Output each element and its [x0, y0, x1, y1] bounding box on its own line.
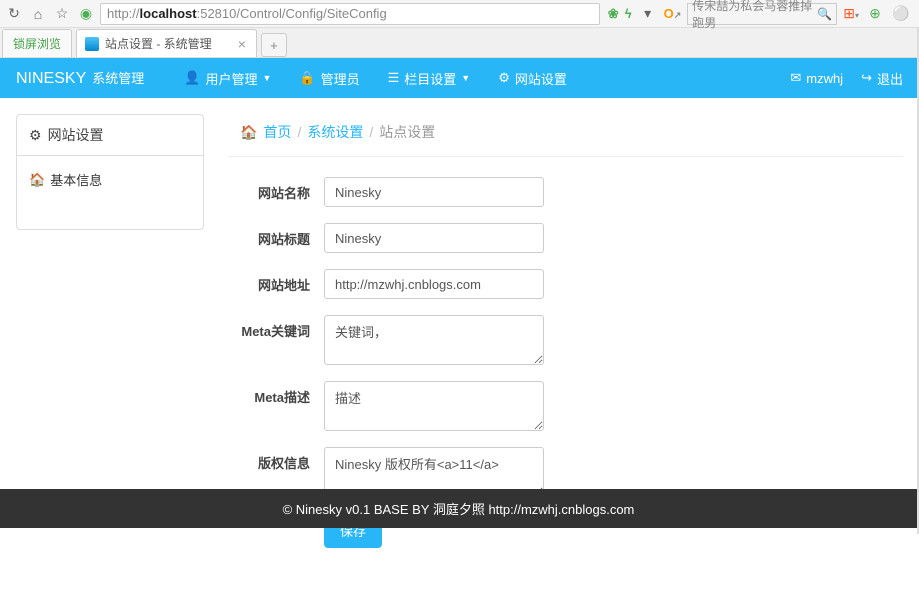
- reload-icon[interactable]: ↻: [4, 4, 24, 24]
- nav-label: 网站设置: [515, 69, 567, 88]
- tabs-row: 锁屏浏览 站点设置 - 系统管理 × +: [0, 28, 919, 58]
- label-copyright: 版权信息: [228, 447, 324, 472]
- chevron-down-icon: ▼: [262, 73, 271, 83]
- browser-search-input[interactable]: 传宋喆为私会马蓉推掉跑男 🔍: [687, 3, 837, 25]
- input-site-title[interactable]: [324, 223, 544, 253]
- side-panel-body: 🏠 基本信息: [17, 156, 203, 229]
- home-icon: 🏠: [240, 124, 257, 141]
- side-panel-title: 网站设置: [48, 125, 104, 145]
- toolbar-right: ❀ ϟ ▾ O↗ 传宋喆为私会马蓉推掉跑男 🔍 ⊞▾ ⊕ ⚪: [604, 3, 915, 25]
- side-tab-label: 锁屏浏览: [13, 35, 61, 52]
- nav-admin[interactable]: 🔒 管理员: [299, 69, 359, 88]
- top-nav: NINESKY 系统管理 👤 用户管理 ▼ 🔒 管理员 ☰ 栏目设置 ▼ ⚙ 网…: [0, 58, 919, 98]
- input-meta-desc[interactable]: [324, 381, 544, 431]
- gear-icon: ⚙: [498, 70, 510, 86]
- nav-label: 栏目设置: [404, 69, 456, 88]
- breadcrumb-home[interactable]: 首页: [263, 122, 291, 142]
- brand-sub: 系统管理: [92, 68, 144, 87]
- leaf-icon[interactable]: ❀: [608, 6, 619, 22]
- logout-icon: ↪: [861, 70, 872, 86]
- mail-icon: ✉: [790, 70, 801, 86]
- sidebar-item-label: 基本信息: [50, 170, 102, 189]
- form-row-site-url: 网站地址: [228, 269, 903, 299]
- label-site-name: 网站名称: [228, 177, 324, 202]
- nav-label: 用户管理: [205, 69, 257, 88]
- form-row-meta-desc: Meta描述: [228, 381, 903, 431]
- form-row-site-title: 网站标题: [228, 223, 903, 253]
- shield-icon[interactable]: ◉: [76, 4, 96, 24]
- breadcrumb-sep: /: [369, 124, 373, 140]
- url-host: localhost: [140, 6, 197, 21]
- page-tab[interactable]: 站点设置 - 系统管理 ×: [76, 29, 257, 57]
- form-row-meta-keywords: Meta关键词: [228, 315, 903, 365]
- search-placeholder: 传宋喆为私会马蓉推掉跑男: [692, 0, 817, 31]
- sidebar-item-basic-info[interactable]: 🏠 基本信息: [29, 170, 191, 189]
- side-panel: ⚙ 网站设置 🏠 基本信息: [16, 114, 204, 230]
- chevron-down-icon[interactable]: ▾: [638, 4, 658, 24]
- breadcrumb-sep: /: [297, 124, 301, 140]
- logout-label: 退出: [877, 69, 903, 88]
- brand-name: NINESKY: [16, 70, 86, 88]
- apps-icon[interactable]: ⊞▾: [843, 5, 859, 22]
- nav-right: ✉ mzwhj ↪ 退出: [790, 69, 903, 88]
- search-icon[interactable]: 🔍: [817, 7, 832, 21]
- download-icon[interactable]: ⊕: [865, 4, 885, 24]
- nav-label: 管理员: [321, 69, 360, 88]
- url-bar[interactable]: http:// localhost :52810/Control/Config/…: [100, 3, 600, 25]
- input-site-name[interactable]: [324, 177, 544, 207]
- star-icon[interactable]: ☆: [52, 4, 72, 24]
- footer-text: © Ninesky v0.1 BASE BY 洞庭夕照 http://mzwhj…: [283, 502, 635, 517]
- label-meta-desc: Meta描述: [228, 381, 324, 406]
- input-site-url[interactable]: [324, 269, 544, 299]
- side-tab[interactable]: 锁屏浏览: [2, 29, 72, 57]
- page-tab-title: 站点设置 - 系统管理: [105, 35, 212, 52]
- nav-column-settings[interactable]: ☰ 栏目设置 ▼: [388, 69, 471, 88]
- nav-user-mgmt[interactable]: 👤 用户管理 ▼: [184, 69, 271, 88]
- breadcrumb-system[interactable]: 系统设置: [307, 122, 363, 142]
- home-icon[interactable]: ⌂: [28, 4, 48, 24]
- form-row-site-name: 网站名称: [228, 177, 903, 207]
- label-site-url: 网站地址: [228, 269, 324, 294]
- menu-icon[interactable]: ⚪: [891, 4, 911, 24]
- chevron-down-icon: ▼: [461, 73, 470, 83]
- username: mzwhj: [806, 71, 843, 86]
- label-site-title: 网站标题: [228, 223, 324, 248]
- user-icon: 👤: [184, 70, 200, 86]
- breadcrumb-current: 站点设置: [379, 122, 435, 142]
- label-meta-keywords: Meta关键词: [228, 315, 324, 340]
- nav-site-settings[interactable]: ⚙ 网站设置: [498, 69, 567, 88]
- gear-icon: ⚙: [29, 127, 42, 144]
- bolt-icon[interactable]: ϟ: [625, 6, 632, 21]
- nav-items: 👤 用户管理 ▼ 🔒 管理员 ☰ 栏目设置 ▼ ⚙ 网站设置: [184, 69, 567, 88]
- side-panel-header: ⚙ 网站设置: [17, 115, 203, 156]
- url-path: :52810/Control/Config/SiteConfig: [197, 6, 387, 21]
- list-icon: ☰: [388, 70, 400, 86]
- close-tab-icon[interactable]: ×: [238, 36, 246, 52]
- new-tab-button[interactable]: +: [261, 33, 287, 57]
- url-protocol: http://: [107, 6, 140, 21]
- search-engine-icon[interactable]: O↗: [664, 6, 682, 21]
- browser-toolbar: ↻ ⌂ ☆ ◉ http:// localhost :52810/Control…: [0, 0, 919, 28]
- brand[interactable]: NINESKY 系统管理: [16, 68, 144, 88]
- footer: © Ninesky v0.1 BASE BY 洞庭夕照 http://mzwhj…: [0, 489, 917, 528]
- nav-logout[interactable]: ↪ 退出: [861, 69, 903, 88]
- input-meta-keywords[interactable]: [324, 315, 544, 365]
- lock-icon: 🔒: [299, 70, 315, 86]
- breadcrumb: 🏠 首页 / 系统设置 / 站点设置: [228, 114, 903, 157]
- favicon-icon: [85, 37, 99, 51]
- home-icon: 🏠: [29, 172, 45, 188]
- nav-user[interactable]: ✉ mzwhj: [790, 70, 843, 86]
